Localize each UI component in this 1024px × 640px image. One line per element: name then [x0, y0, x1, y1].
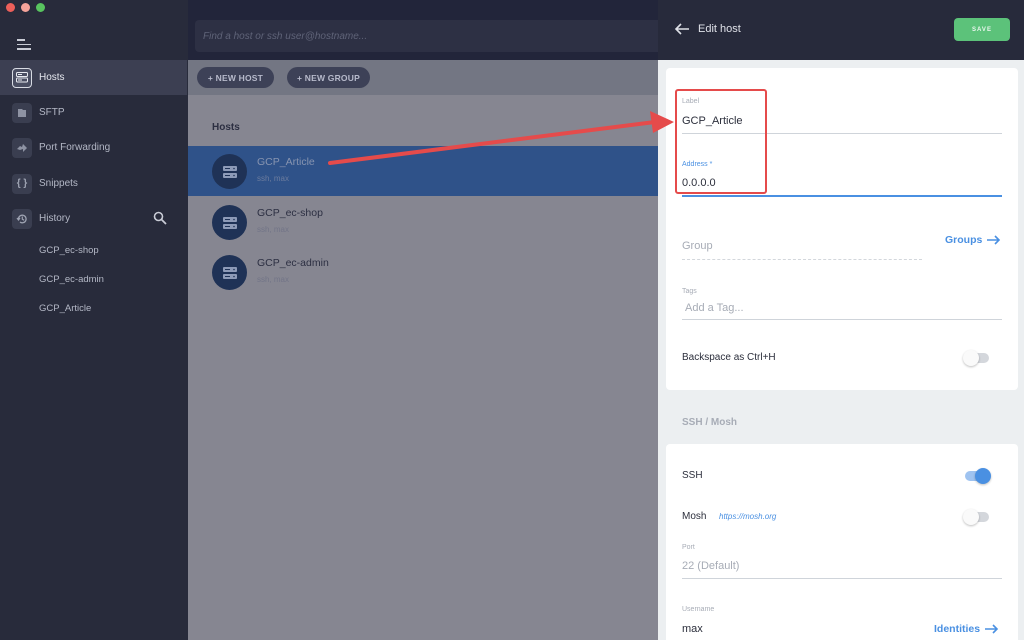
- groups-link[interactable]: Groups: [945, 234, 1001, 246]
- host-search[interactable]: [195, 20, 658, 52]
- sidebar-item-label: Port Forwarding: [39, 142, 111, 153]
- host-row[interactable]: GCP_ec-shop ssh, max: [188, 197, 658, 247]
- tags-input[interactable]: [685, 302, 995, 314]
- sidebar-item-sftp[interactable]: SFTP: [0, 95, 187, 130]
- hamburger-icon[interactable]: [17, 39, 31, 51]
- zoom-window-button[interactable]: [36, 3, 45, 12]
- host-row[interactable]: GCP_ec-admin ssh, max: [188, 247, 658, 297]
- mosh-link[interactable]: https://mosh.org: [719, 512, 776, 521]
- sidebar-item-port-forwarding[interactable]: Port Forwarding: [0, 130, 187, 165]
- host-name: GCP_Article: [257, 156, 315, 168]
- close-window-button[interactable]: [6, 3, 15, 12]
- ssh-label: SSH: [682, 470, 703, 481]
- save-button[interactable]: SAVE: [954, 18, 1010, 41]
- server-icon: [212, 255, 247, 290]
- port-forward-icon: [12, 137, 32, 158]
- sidebar-item-label: Snippets: [39, 178, 78, 189]
- server-icon: [212, 205, 247, 240]
- identities-link-label: Identities: [934, 623, 981, 635]
- new-host-button[interactable]: + NEW HOST: [197, 67, 274, 88]
- username-input[interactable]: [682, 623, 882, 635]
- host-row[interactable]: GCP_Article ssh, max: [188, 146, 658, 196]
- hosts-section-title: Hosts: [212, 122, 240, 133]
- host-details: ssh, max: [257, 174, 290, 183]
- ssh-toggle[interactable]: [963, 468, 991, 484]
- annotation-highlight-box: [675, 89, 767, 194]
- arrow-right-icon: [987, 235, 1001, 245]
- tags-underline: [682, 319, 1002, 320]
- sidebar-item-hosts[interactable]: Hosts: [0, 60, 187, 95]
- group-underline: [682, 259, 922, 260]
- port-input-field[interactable]: [682, 560, 982, 572]
- port-input[interactable]: [682, 560, 982, 572]
- sidebar-item-label: Hosts: [39, 72, 65, 83]
- mosh-label: Mosh: [682, 511, 707, 522]
- username-input-field[interactable]: [682, 623, 882, 635]
- folder-icon: [12, 102, 32, 123]
- host-name: GCP_ec-shop: [257, 207, 323, 219]
- history-item[interactable]: GCP_Article: [39, 303, 91, 314]
- group-input[interactable]: [682, 240, 912, 252]
- history-item[interactable]: GCP_ec-shop: [39, 245, 99, 256]
- sidebar-item-label: History: [39, 213, 71, 224]
- panel-title: Edit host: [698, 23, 741, 35]
- backspace-toggle[interactable]: [963, 350, 991, 366]
- sidebar-item-label: SFTP: [39, 107, 65, 118]
- identities-link[interactable]: Identities: [934, 623, 999, 635]
- group-input-field[interactable]: [682, 240, 912, 252]
- mosh-toggle[interactable]: [963, 509, 991, 525]
- arrow-right-icon: [985, 624, 999, 634]
- port-field-label: Port: [682, 544, 695, 551]
- server-icon: [212, 154, 247, 189]
- sidebar: Hosts SFTP Port Forwarding { } Snippets …: [0, 0, 188, 640]
- backspace-label: Backspace as Ctrl+H: [682, 352, 776, 363]
- sidebar-item-snippets[interactable]: { } Snippets: [0, 166, 187, 201]
- tags-field-label: Tags: [682, 288, 697, 295]
- server-icon: [12, 67, 32, 88]
- port-underline: [682, 578, 1002, 579]
- address-underline: [682, 195, 1002, 197]
- host-details: ssh, max: [257, 225, 290, 234]
- search-icon[interactable]: [153, 211, 167, 225]
- tags-input-field[interactable]: [685, 302, 995, 314]
- host-name: GCP_ec-admin: [257, 257, 329, 269]
- minimize-window-button[interactable]: [21, 3, 30, 12]
- back-arrow-icon[interactable]: [674, 22, 690, 36]
- groups-link-label: Groups: [945, 234, 983, 246]
- window-controls: [6, 3, 45, 12]
- search-input[interactable]: [203, 30, 658, 42]
- history-item[interactable]: GCP_ec-admin: [39, 274, 104, 285]
- username-field-label: Username: [682, 606, 715, 613]
- braces-icon: { }: [12, 173, 32, 194]
- history-icon: [12, 208, 32, 229]
- host-details: ssh, max: [257, 275, 290, 284]
- ssh-mosh-heading: SSH / Mosh: [682, 417, 738, 428]
- new-group-button[interactable]: + NEW GROUP: [287, 67, 370, 88]
